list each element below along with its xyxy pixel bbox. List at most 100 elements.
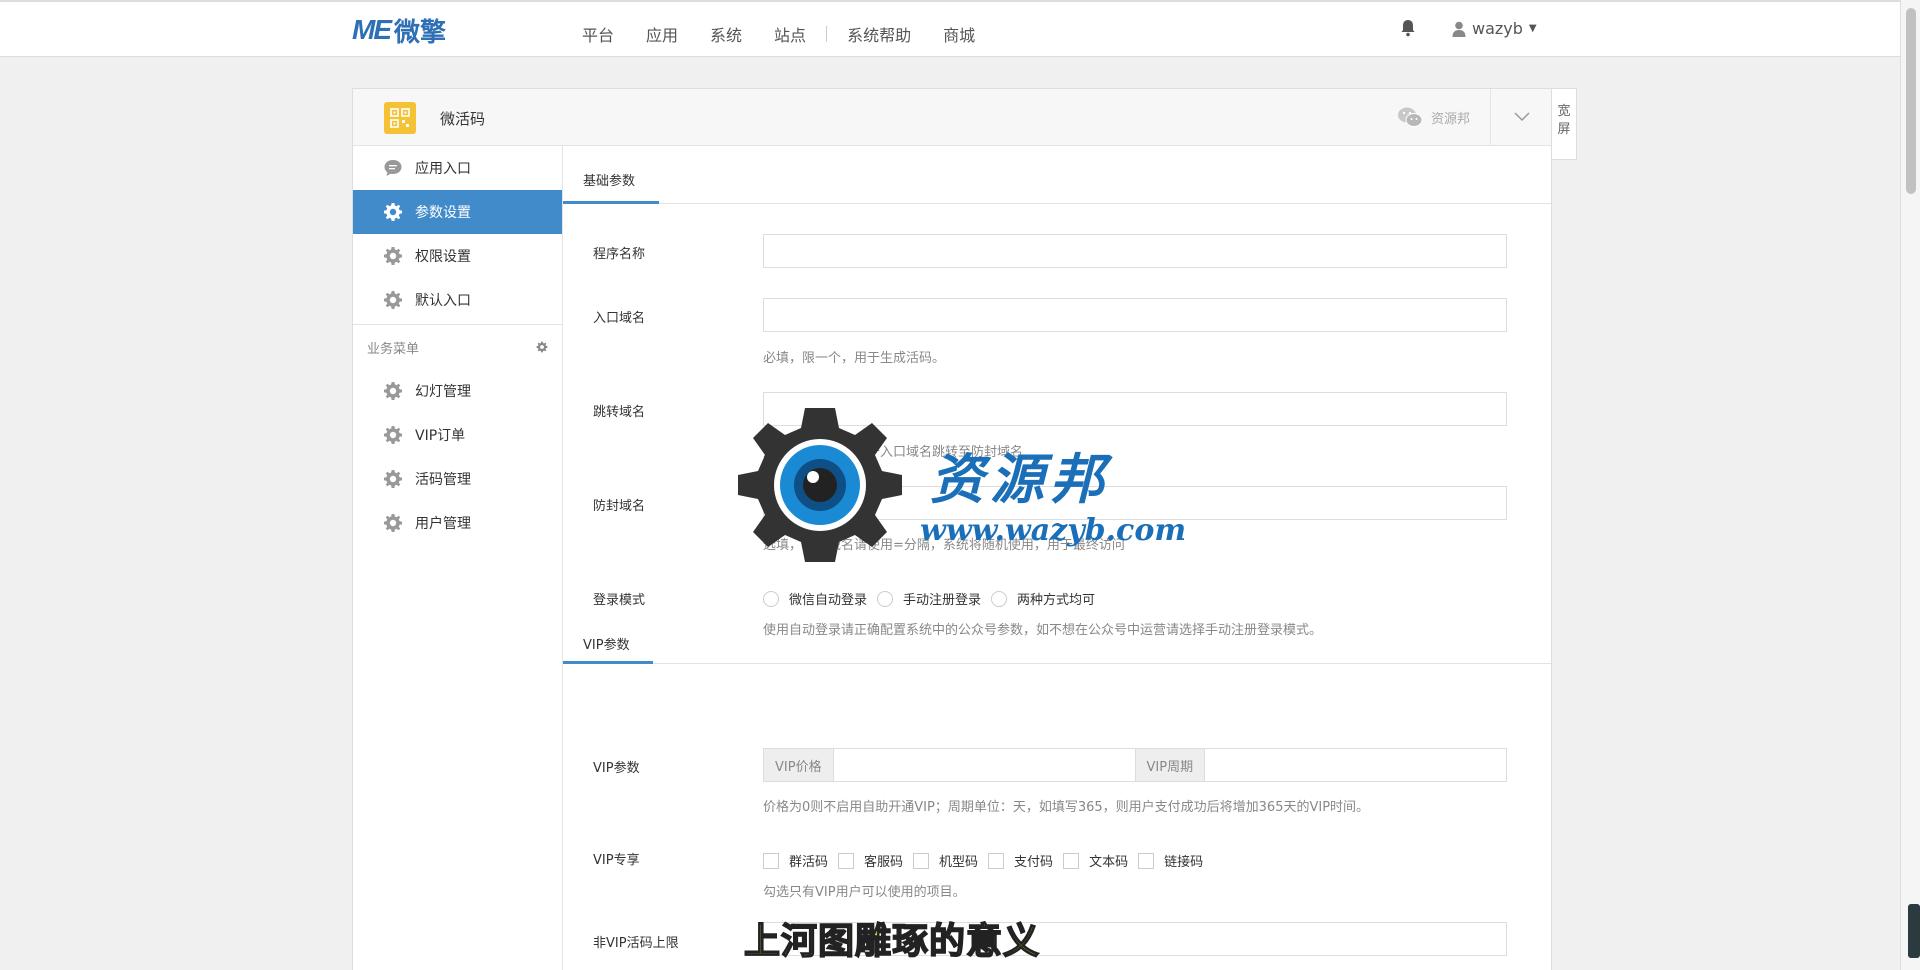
- anti-domain-help: 选填，多个域名请使用=分隔，系统将随机使用，用于最终访问: [763, 538, 1125, 553]
- jump-domain-input[interactable]: [763, 392, 1507, 426]
- widescreen-label-1: 宽: [1557, 104, 1571, 119]
- entry-domain-input[interactable]: [763, 298, 1507, 332]
- active-tab-indicator: [563, 201, 659, 204]
- gear-icon: [384, 426, 402, 444]
- gear-icon: [384, 382, 402, 400]
- sidebar: 应用入口 参数设置 权限设置 默认入口 业务菜单 幻灯管理 VIP订单 活码管理…: [353, 146, 563, 970]
- vip-price-period-group: VIP价格 VIP周期: [763, 748, 1507, 782]
- gear-icon: [384, 203, 402, 221]
- sidebar-item-label: 权限设置: [415, 249, 471, 265]
- nav-store[interactable]: 商城: [943, 22, 975, 46]
- sidebar-item-default-entry[interactable]: 默认入口: [353, 278, 562, 322]
- jump-domain-label: 跳转域名: [593, 405, 646, 420]
- sidebar-item-live-codes[interactable]: 活码管理: [353, 457, 562, 501]
- program-name-label: 程序名称: [593, 247, 646, 262]
- sidebar-group-title: 业务菜单: [367, 341, 420, 357]
- header-divider: [1490, 89, 1491, 145]
- nav-site[interactable]: 站点: [774, 22, 806, 46]
- sidebar-item-app-entry[interactable]: 应用入口: [353, 146, 562, 190]
- entry-domain-help: 必填，限一个，用于生成活码。: [763, 351, 946, 366]
- vip-period-addon: VIP周期: [1134, 749, 1206, 781]
- floating-widget[interactable]: [1908, 904, 1920, 958]
- app-panel: 微活码 资源邦 应用入口 参数设置 权限设置 默认入口 业务菜单 幻灯管理 VI…: [352, 88, 1552, 970]
- gear-icon[interactable]: [536, 341, 548, 353]
- sidebar-item-label: 参数设置: [415, 205, 471, 221]
- checkbox[interactable]: [1138, 852, 1155, 869]
- nav-divider: [826, 26, 828, 42]
- logo-me-text: ME: [352, 14, 392, 45]
- sidebar-item-label: 幻灯管理: [415, 384, 471, 400]
- user-menu[interactable]: wazyb ▼: [1452, 19, 1537, 38]
- scrollbar-thumb[interactable]: [1906, 8, 1916, 194]
- brand-logo[interactable]: ME 微擎: [352, 14, 447, 48]
- nav-apps[interactable]: 应用: [646, 22, 678, 46]
- checkbox-label: 机型码: [939, 855, 979, 870]
- checkbox-label: 支付码: [1014, 855, 1054, 870]
- sidebar-group-header: 业务菜单: [353, 325, 562, 369]
- program-name-input[interactable]: [763, 234, 1507, 268]
- nav-system[interactable]: 系统: [710, 22, 742, 46]
- checkbox-label: 链接码: [1164, 855, 1204, 870]
- user-icon: [1452, 21, 1466, 37]
- page-scrollbar[interactable]: [1900, 0, 1920, 970]
- checkbox-label: 客服码: [864, 855, 904, 870]
- vip-period-input[interactable]: [1205, 749, 1506, 781]
- gear-icon: [384, 470, 402, 488]
- username: wazyb: [1472, 19, 1523, 38]
- video-caption: 上河图雕琢的意义: [743, 920, 1041, 963]
- top-navbar: ME 微擎 平台 应用 系统 站点 系统帮助 商城 wazyb ▼: [0, 0, 1900, 57]
- sidebar-item-label: 应用入口: [415, 161, 471, 177]
- checkbox[interactable]: [838, 852, 855, 869]
- sidebar-item-users[interactable]: 用户管理: [353, 501, 562, 545]
- sidebar-item-label: 活码管理: [415, 472, 471, 488]
- checkbox[interactable]: [763, 852, 779, 869]
- sidebar-item-slides[interactable]: 幻灯管理: [353, 369, 562, 413]
- logo-cn-text: 微擎: [394, 17, 447, 48]
- non-vip-limit-label: 非VIP活码上限: [593, 936, 679, 951]
- widescreen-toggle[interactable]: 宽 屏: [1552, 88, 1577, 160]
- vip-exclusive-pay-code[interactable]: 支付码: [988, 851, 1053, 870]
- vip-exclusive-link-code[interactable]: 链接码: [1138, 851, 1203, 870]
- qr-code-icon: [384, 102, 416, 134]
- checkbox[interactable]: [1063, 852, 1080, 869]
- vip-params-tabbar: VIP参数: [563, 602, 1551, 664]
- basic-params-tabbar: 基础参数: [563, 146, 1551, 204]
- anti-domain-label: 防封域名: [593, 499, 646, 514]
- wechat-account[interactable]: 资源邦: [1397, 106, 1470, 128]
- checkbox-label: 文本码: [1089, 855, 1129, 870]
- chevron-down-icon[interactable]: [1513, 109, 1531, 125]
- sidebar-item-vip-orders[interactable]: VIP订单: [353, 413, 562, 457]
- vip-exclusive-group-code[interactable]: 群活码: [763, 851, 828, 870]
- sidebar-item-permission[interactable]: 权限设置: [353, 234, 562, 278]
- app-title: 微活码: [440, 110, 486, 128]
- vip-exclusive-label: VIP专享: [593, 853, 640, 868]
- nav-system-help[interactable]: 系统帮助: [847, 22, 911, 46]
- tab-vip-params[interactable]: VIP参数: [583, 634, 630, 653]
- vip-param-help: 价格为0则不启用自助开通VIP；周期单位：天，如填写365，则用户支付成功后将增…: [763, 800, 1370, 815]
- vip-price-input[interactable]: [833, 749, 1135, 781]
- jump-domain-help: 选填，限一个，用于入口域名跳转至防封域名: [763, 445, 1024, 460]
- vip-price-addon: VIP价格: [764, 749, 834, 781]
- main-nav: 平台 应用 系统 站点 系统帮助 商城: [582, 22, 1007, 46]
- sidebar-item-label: 默认入口: [415, 293, 471, 309]
- checkbox[interactable]: [913, 852, 930, 869]
- anti-domain-input[interactable]: [763, 486, 1507, 520]
- checkbox[interactable]: [988, 852, 1005, 869]
- sidebar-item-param-settings[interactable]: 参数设置: [353, 190, 562, 234]
- gear-icon: [384, 247, 402, 265]
- bell-icon[interactable]: [1400, 19, 1416, 37]
- vip-exclusive-text-code[interactable]: 文本码: [1063, 851, 1128, 870]
- wechat-label: 资源邦: [1431, 111, 1471, 127]
- vip-exclusive-checkboxes: 群活码 客服码 机型码 支付码 文本码 链接码: [763, 851, 1213, 870]
- active-tab-indicator: [563, 661, 653, 664]
- settings-content: 基础参数 程序名称 入口域名 必填，限一个，用于生成活码。 跳转域名 选填，限一…: [563, 146, 1551, 956]
- vip-exclusive-service-code[interactable]: 客服码: [838, 851, 903, 870]
- vip-exclusive-device-code[interactable]: 机型码: [913, 851, 978, 870]
- nav-platform[interactable]: 平台: [582, 22, 614, 46]
- tab-basic-params[interactable]: 基础参数: [583, 170, 635, 189]
- caret-down-icon: ▼: [1528, 23, 1537, 34]
- vip-param-label: VIP参数: [593, 761, 640, 776]
- gear-icon: [384, 291, 402, 309]
- gear-icon: [384, 514, 402, 532]
- sidebar-item-label: 用户管理: [415, 516, 471, 532]
